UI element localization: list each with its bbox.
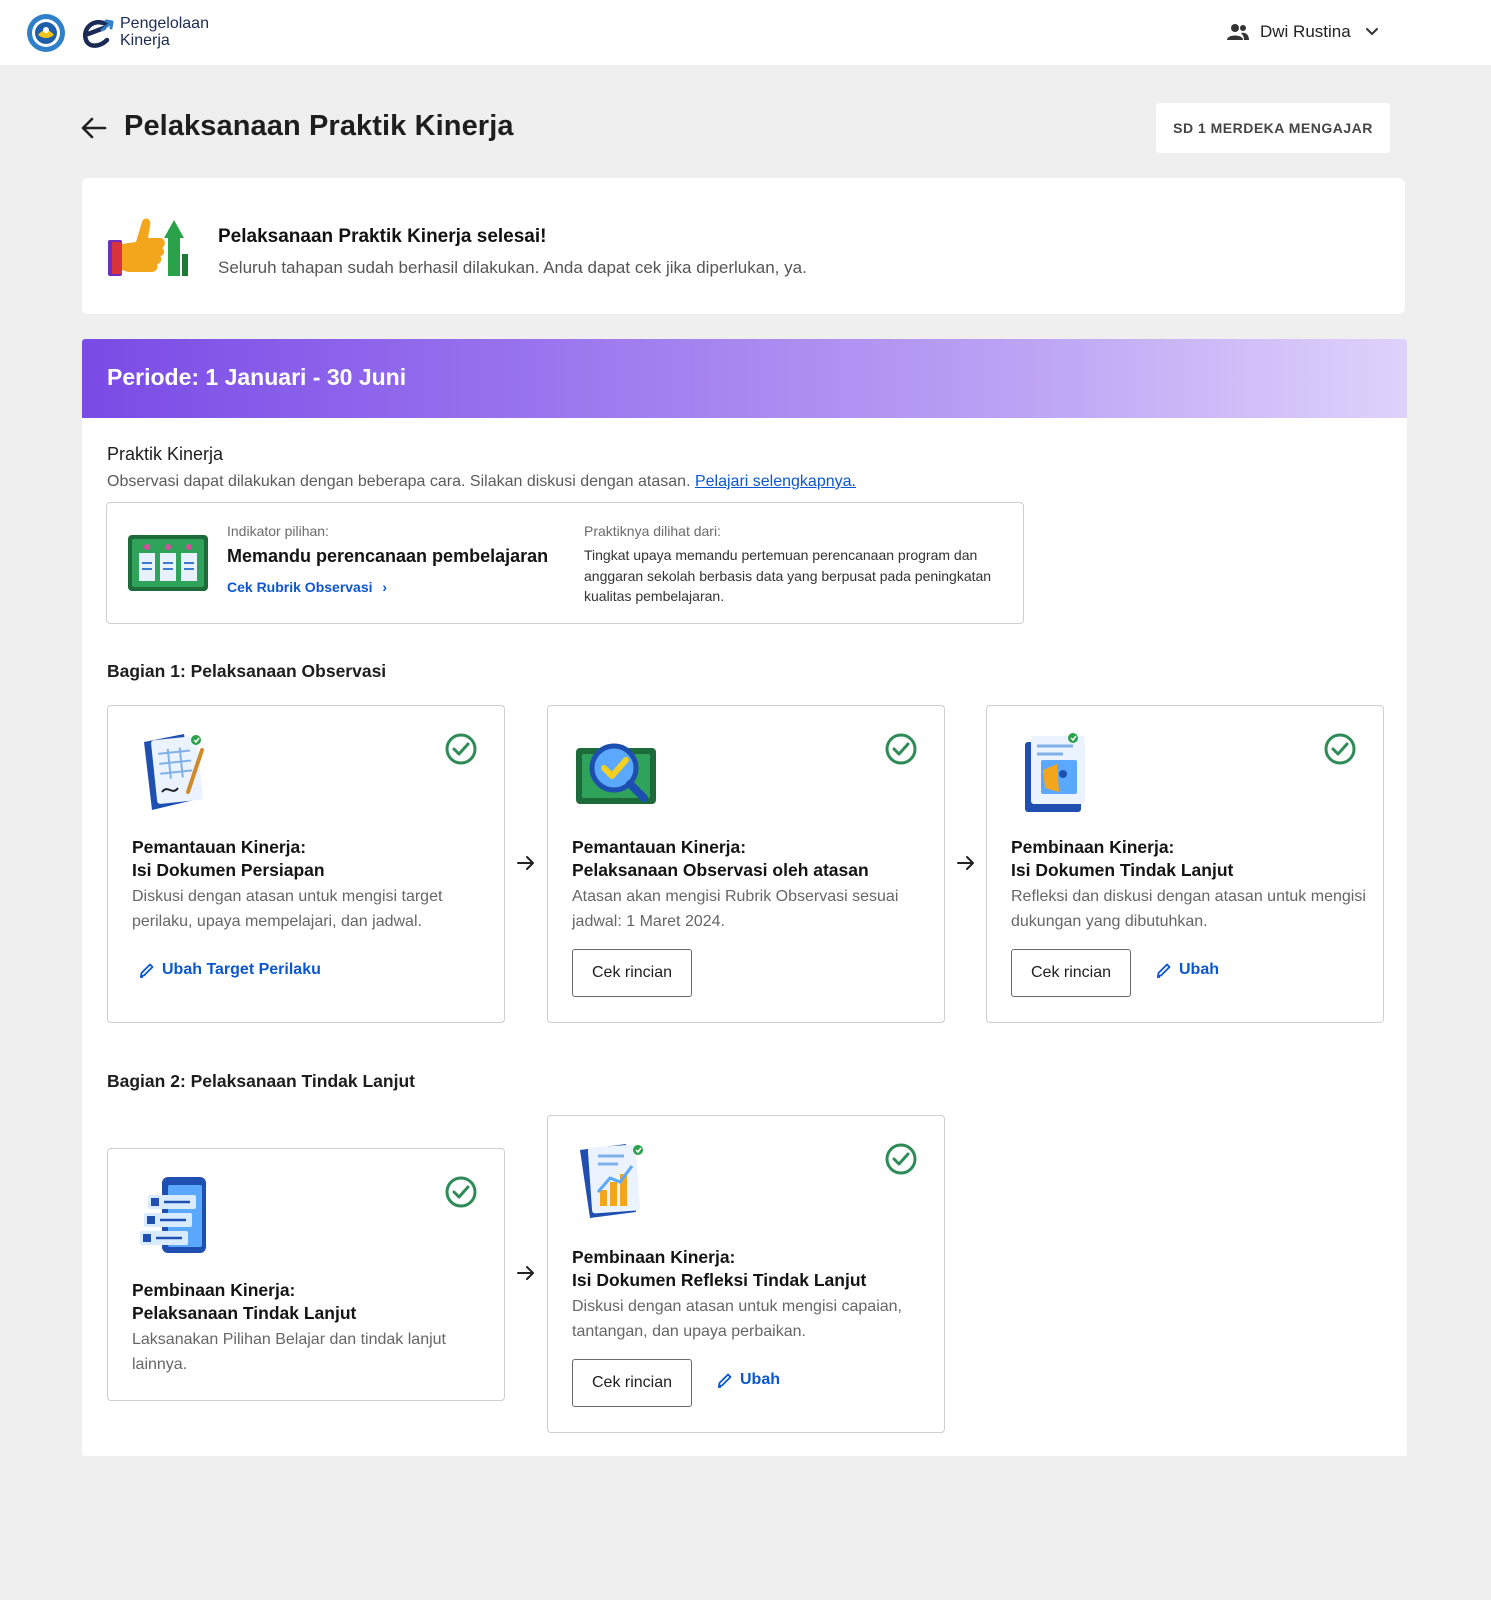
step-title: Pembinaan Kinerja: Pelaksanaan Tindak La… — [132, 1279, 492, 1325]
chart-report-icon — [580, 1144, 643, 1218]
chevron-right-icon: › — [382, 579, 388, 595]
ubah-label: Ubah — [740, 1371, 780, 1388]
chevron-down-icon — [1365, 28, 1378, 36]
seen-from-text: Tingkat upaya memandu pertemuan perencan… — [584, 547, 992, 604]
step-title: Pembinaan Kinerja: Isi Dokumen Tindak La… — [1011, 836, 1371, 882]
back-arrow-icon[interactable] — [80, 114, 108, 142]
period-header: Periode: 1 Januari - 30 Juni — [82, 339, 1407, 418]
section1-title: Bagian 1: Pelaksanaan Observasi — [107, 661, 387, 681]
document-profile-icon — [1025, 733, 1085, 812]
period-panel: Periode: 1 Januari - 30 Juni Praktik Kin… — [82, 339, 1407, 1456]
step-title-line2: Isi Dokumen Persiapan — [132, 860, 325, 880]
rubric-link[interactable]: Cek Rubrik Observasi › — [227, 579, 387, 595]
rubric-link-label: Cek Rubrik Observasi — [227, 579, 373, 595]
app-name-line2: Kinerja — [120, 32, 170, 49]
step-title-line1: Pembinaan Kinerja: — [132, 1280, 296, 1300]
step-title-line2: Isi Dokumen Tindak Lanjut — [1011, 860, 1234, 880]
step-card-isi-dokumen-tindak-lanjut: Pembinaan Kinerja: Isi Dokumen Tindak La… — [986, 705, 1384, 1023]
step-title: Pemantauan Kinerja: Pelaksanaan Observas… — [572, 836, 932, 882]
step-card-pelaksanaan-observasi: Pemantauan Kinerja: Pelaksanaan Observas… — [547, 705, 945, 1023]
step-title-line2: Pelaksanaan Tindak Lanjut — [132, 1303, 357, 1323]
board-checklist-icon — [128, 535, 208, 591]
step-card-pelaksanaan-tindak-lanjut: Pembinaan Kinerja: Pelaksanaan Tindak La… — [107, 1148, 505, 1401]
indicator-label: Indikator pilihan: — [227, 523, 329, 539]
ubah-label: Ubah — [1179, 961, 1219, 978]
step-title-line1: Pemantauan Kinerja: — [572, 837, 747, 857]
ubah-link[interactable]: Ubah — [1155, 961, 1219, 979]
page-title: Pelaksanaan Praktik Kinerja — [124, 110, 514, 142]
school-badge: SD 1 MERDEKA MENGAJAR — [1156, 103, 1390, 153]
praktik-subtitle-text: Observasi dapat dilakukan dengan beberap… — [107, 473, 691, 490]
check-circle-icon — [445, 1176, 477, 1208]
pencil-icon — [718, 1373, 732, 1388]
user-menu[interactable]: Dwi Rustina — [1226, 19, 1379, 45]
app-name-line1: Pengelolaan — [120, 15, 209, 32]
document-edit-icon — [144, 734, 204, 810]
app-name: Pengelolaan Kinerja — [120, 15, 209, 49]
step-title-line2: Isi Dokumen Refleksi Tindak Lanjut — [572, 1270, 867, 1290]
step-title-line1: Pembinaan Kinerja: — [1011, 837, 1175, 857]
ubah-target-perilaku-label: Ubah Target Perilaku — [162, 961, 321, 978]
tut-wuri-emblem-icon — [27, 14, 65, 52]
thumbs-up-growth-icon — [108, 218, 188, 276]
learn-more-link[interactable]: Pelajari selengkapnya. — [695, 473, 856, 490]
step-card-isi-dokumen-persiapan: Pemantauan Kinerja: Isi Dokumen Persiapa… — [107, 705, 505, 1023]
step-description: Diskusi dengan atasan untuk mengisi capa… — [572, 1298, 902, 1340]
pencil-icon — [1157, 963, 1171, 978]
check-circle-icon — [885, 733, 917, 765]
check-circle-icon — [445, 733, 477, 765]
praktik-title: Praktik Kinerja — [107, 444, 224, 464]
completion-subtitle: Seluruh tahapan sudah berhasil dilakukan… — [218, 258, 807, 277]
checklist-phone-icon — [140, 1177, 206, 1253]
step-description: Atasan akan mengisi Rubrik Observasi ses… — [572, 888, 899, 930]
indicator-card: Indikator pilihan: Memandu perencanaan p… — [106, 502, 1024, 624]
section2-title: Bagian 2: Pelaksanaan Tindak Lanjut — [107, 1071, 415, 1091]
step-card-isi-dokumen-refleksi: Pembinaan Kinerja: Isi Dokumen Refleksi … — [547, 1115, 945, 1433]
check-circle-icon — [1324, 733, 1356, 765]
arrow-right-icon — [517, 856, 534, 870]
step-description: Refleksi dan diskusi dengan atasan untuk… — [1011, 888, 1366, 930]
ubah-target-perilaku-link[interactable]: Ubah Target Perilaku — [138, 961, 321, 979]
completion-banner: Pelaksanaan Praktik Kinerja selesai! Sel… — [82, 178, 1405, 314]
cek-rincian-button[interactable]: Cek rincian — [572, 1359, 692, 1407]
pengelolaan-kinerja-logo-icon — [82, 19, 114, 48]
magnifier-check-icon — [576, 743, 656, 804]
praktik-subtitle: Observasi dapat dilakukan dengan beberap… — [107, 473, 856, 491]
pencil-icon — [140, 963, 154, 978]
step-title: Pemantauan Kinerja: Isi Dokumen Persiapa… — [132, 836, 492, 882]
indicator-name: Memandu perencanaan pembelajaran — [227, 546, 549, 566]
top-navigation-bar: Pengelolaan Kinerja Dwi Rustina — [0, 0, 1491, 65]
step-title: Pembinaan Kinerja: Isi Dokumen Refleksi … — [572, 1246, 932, 1292]
period-title: Periode: 1 Januari - 30 Juni — [107, 364, 407, 390]
ubah-link[interactable]: Ubah — [716, 1371, 780, 1389]
arrow-right-icon — [957, 856, 974, 870]
step-description: Laksanakan Pilihan Belajar dan tindak la… — [132, 1331, 446, 1373]
seen-from-label: Praktiknya dilihat dari: — [584, 523, 721, 539]
users-icon — [1227, 24, 1249, 40]
cek-rincian-button[interactable]: Cek rincian — [572, 949, 692, 997]
arrow-right-icon — [517, 1266, 534, 1280]
step-title-line1: Pemantauan Kinerja: — [132, 837, 307, 857]
completion-title: Pelaksanaan Praktik Kinerja selesai! — [218, 226, 547, 247]
step-title-line2: Pelaksanaan Observasi oleh atasan — [572, 860, 869, 880]
check-circle-icon — [885, 1143, 917, 1175]
user-name: Dwi Rustina — [1260, 22, 1351, 41]
step-description: Diskusi dengan atasan untuk mengisi targ… — [132, 888, 443, 930]
cek-rincian-button[interactable]: Cek rincian — [1011, 949, 1131, 997]
step-title-line1: Pembinaan Kinerja: — [572, 1247, 736, 1267]
